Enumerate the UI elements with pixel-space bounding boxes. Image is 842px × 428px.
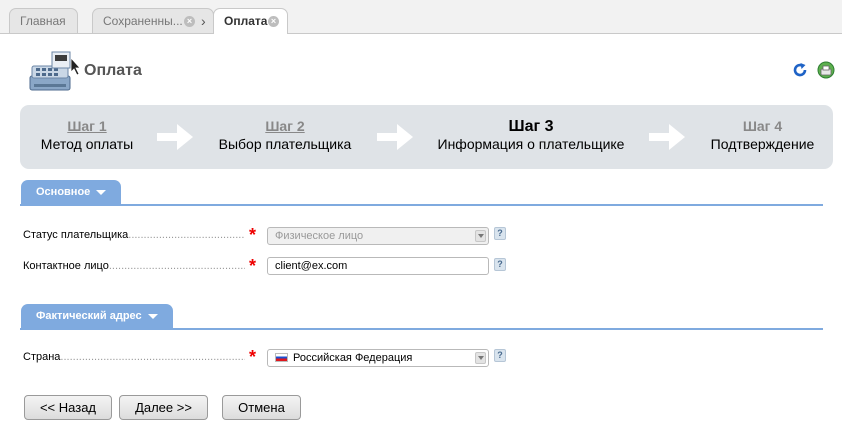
tab-bar: Главная Сохраненны... × › Оплата ×: [0, 0, 842, 34]
back-button[interactable]: << Назад: [24, 395, 112, 420]
close-icon[interactable]: ×: [184, 16, 195, 27]
country-value: Российская Федерация: [293, 352, 413, 364]
tab-payment-label: Оплата: [224, 14, 268, 28]
arrow-right-icon: [377, 124, 413, 150]
cancel-button[interactable]: Отмена: [222, 395, 301, 420]
tab-saved[interactable]: Сохраненны... × ›: [92, 8, 214, 33]
country-label: Страна: [23, 351, 245, 363]
chevron-down-icon[interactable]: [475, 230, 486, 242]
wizard-steps: Шаг 1 Метод оплаты Шаг 2 Выбор плательщи…: [20, 105, 833, 169]
cash-register-icon: [29, 51, 81, 91]
step-4-number: Шаг 4: [742, 118, 783, 134]
help-icon[interactable]: ?: [494, 258, 506, 271]
next-button[interactable]: Далее >>: [119, 395, 208, 420]
tab-payment[interactable]: Оплата ×: [213, 8, 288, 34]
tab-home-label: Главная: [20, 14, 66, 28]
step-1-number[interactable]: Шаг 1: [30, 118, 144, 135]
contact-person-label: Контактное лицо: [23, 260, 245, 272]
step-3-number: Шаг 3: [508, 118, 554, 135]
step-1-name: Метод оплаты: [40, 136, 134, 152]
russia-flag-icon: [275, 353, 288, 362]
refresh-icon[interactable]: [792, 62, 808, 78]
export-icon[interactable]: [817, 61, 835, 79]
step-2[interactable]: Шаг 2 Выбор плательщика: [210, 118, 360, 153]
section-address-title: Фактический адрес: [36, 310, 142, 322]
help-icon[interactable]: ?: [494, 227, 506, 240]
chevron-down-icon[interactable]: [475, 352, 486, 364]
page-title: Оплата: [84, 62, 142, 79]
section-divider: [20, 328, 823, 330]
section-address-tab[interactable]: Фактический адрес: [21, 304, 173, 329]
step-2-name: Выбор плательщика: [218, 136, 352, 152]
contact-person-input[interactable]: client@ex.com: [267, 257, 489, 275]
required-marker: *: [249, 256, 257, 276]
tab-saved-label: Сохраненны...: [103, 14, 183, 28]
arrow-right-icon: [157, 124, 193, 150]
close-icon[interactable]: ×: [268, 16, 279, 27]
help-icon[interactable]: ?: [494, 349, 506, 362]
step-1[interactable]: Шаг 1 Метод оплаты: [30, 118, 144, 153]
required-marker: *: [249, 347, 257, 367]
step-2-number[interactable]: Шаг 2: [210, 118, 360, 135]
section-divider: [20, 204, 823, 206]
step-4: Шаг 4 Подтверждение: [705, 118, 820, 153]
arrow-right-icon: [649, 124, 685, 150]
section-main-title: Основное: [36, 186, 91, 198]
payer-status-label: Статус плательщика: [23, 229, 245, 241]
country-select[interactable]: Российская Федерация: [267, 349, 489, 367]
caret-down-icon: [96, 189, 107, 195]
chevron-right-icon: ›: [201, 13, 206, 29]
step-3-name: Информация о плательщике: [437, 136, 625, 152]
contact-person-value: client@ex.com: [275, 260, 348, 272]
tab-home[interactable]: Главная: [9, 8, 78, 33]
section-main-tab[interactable]: Основное: [21, 180, 121, 205]
step-4-name: Подтверждение: [710, 136, 815, 152]
required-marker: *: [249, 225, 257, 245]
caret-down-icon: [147, 313, 158, 319]
step-3: Шаг 3 Информация о плательщике: [428, 118, 634, 153]
payer-status-value: Физическое лицо: [275, 230, 364, 242]
payer-status-select[interactable]: Физическое лицо: [267, 227, 489, 245]
